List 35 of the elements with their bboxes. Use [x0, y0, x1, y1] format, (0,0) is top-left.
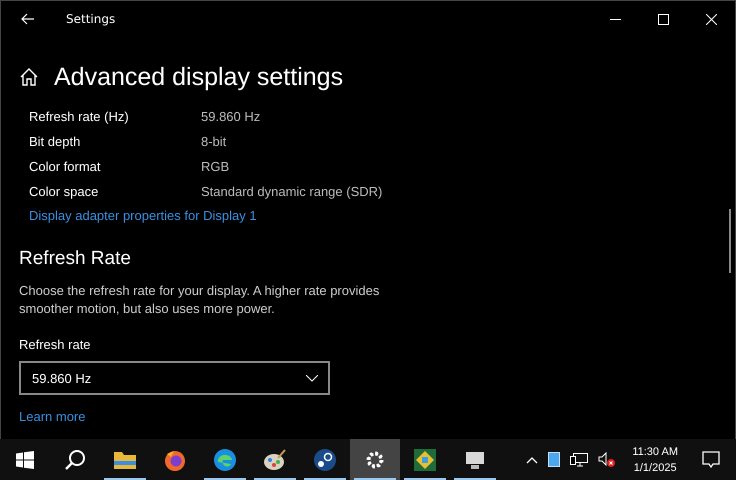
scrollbar[interactable]: [729, 209, 731, 273]
setting-value: RGB: [201, 159, 230, 174]
setting-label: Color format: [29, 159, 102, 174]
close-icon[interactable]: [706, 14, 717, 24]
chevron-up-icon[interactable]: [526, 456, 538, 464]
chevron-down-icon: [306, 374, 318, 382]
home-icon[interactable]: [19, 67, 39, 87]
muted-speaker-icon[interactable]: [598, 452, 616, 468]
setting-value: 8-bit: [201, 134, 226, 149]
setting-value: 59.860 Hz: [201, 109, 260, 124]
wave-browser-icon: [213, 448, 237, 472]
setting-value: Standard dynamic range (SDR): [201, 184, 382, 199]
taskbar-app[interactable]: [350, 439, 400, 480]
network-computer-icon[interactable]: [570, 452, 588, 468]
learn-more-link[interactable]: Learn more: [19, 409, 86, 424]
section-title: Refresh Rate: [19, 248, 132, 270]
setting-label: Refresh rate (Hz): [29, 109, 130, 124]
dropdown-label: Refresh rate: [19, 337, 92, 352]
steam-logo-icon: [313, 448, 337, 472]
tablet-icon[interactable]: [548, 452, 560, 467]
game-icon: [413, 448, 437, 472]
section-description: Choose the refresh rate for your display. A higher rate provides smoother motion, but also uses more power.: [19, 282, 380, 318]
clock[interactable]: 11:30 AM 1/1/2025: [632, 444, 678, 476]
refresh-rate-dropdown[interactable]: 59.860 Hz: [19, 361, 330, 395]
page-title: Advanced display settings: [54, 62, 344, 93]
search-icon: [64, 448, 86, 470]
adapter-properties-link[interactable]: Display adapter properties for Display 1: [29, 208, 257, 223]
windows-logo-icon: [16, 450, 34, 468]
palette-icon: [263, 448, 287, 472]
notification-icon[interactable]: [702, 450, 720, 468]
maximize-icon[interactable]: [658, 14, 669, 24]
setting-label: Bit depth: [29, 134, 82, 149]
window-title: Settings: [66, 12, 116, 26]
back-arrow-icon[interactable]: [21, 13, 35, 25]
setting-label: Color space: [29, 184, 100, 199]
